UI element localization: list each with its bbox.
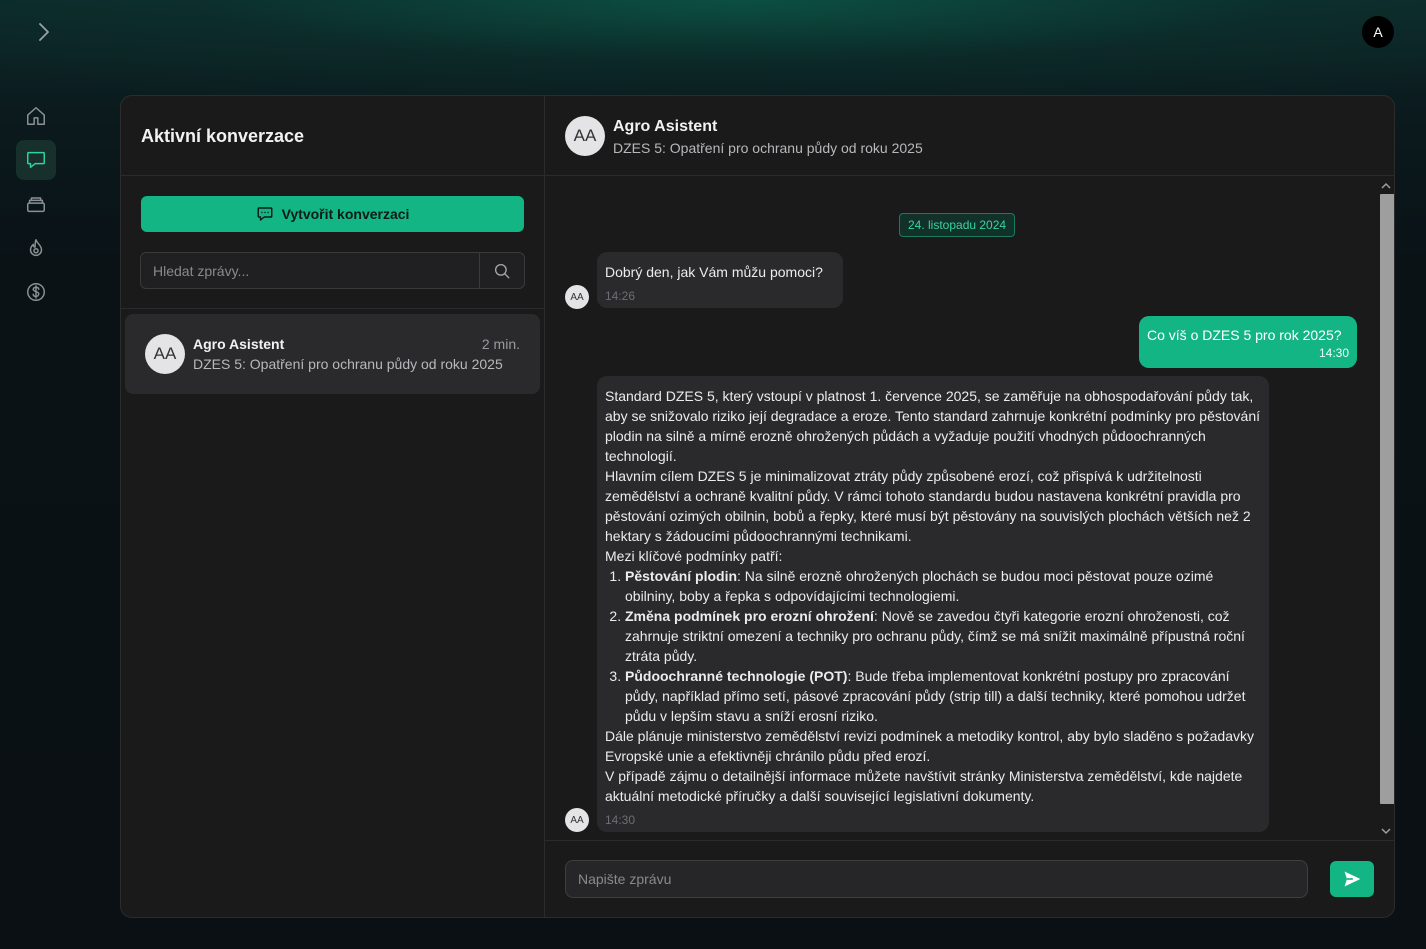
message-time: 14:30: [605, 813, 636, 827]
message-input[interactable]: [565, 860, 1308, 898]
sidebar-item-layers[interactable]: [16, 184, 56, 224]
chat-subtitle: DZES 5: Opatření pro ochranu půdy od rok…: [613, 140, 923, 156]
conversation-preview: DZES 5: Opatření pro ochranu půdy od rok…: [193, 356, 503, 372]
send-icon: [1344, 871, 1361, 887]
list-item: Pěstování plodin: Na silně erozně ohrože…: [625, 566, 1261, 606]
search-box: [140, 252, 525, 289]
create-conversation-button[interactable]: Vytvořit konverzaci: [141, 196, 524, 232]
message-paragraph: V případě zájmu o detailnější informace …: [605, 768, 1243, 804]
message-text: Dobrý den, jak Vám můžu pomoci?: [605, 264, 823, 280]
create-conversation-label: Vytvořit konverzaci: [281, 206, 410, 222]
message-paragraph: Standard DZES 5, který vstoupí v platnos…: [605, 388, 1261, 464]
search-button[interactable]: [480, 253, 524, 288]
divider: [545, 840, 1394, 841]
expand-sidebar-button[interactable]: [32, 20, 56, 44]
send-button[interactable]: [1330, 861, 1374, 897]
chevron-right-icon: [39, 23, 49, 41]
list-item: Změna podmínek pro erozní ohrožení: Nově…: [625, 606, 1261, 666]
search-input[interactable]: [141, 253, 480, 288]
message-user: Co víš o DZES 5 pro rok 2025? 14:30: [1139, 316, 1357, 368]
sidebar-item-fire[interactable]: [16, 228, 56, 268]
sidebar-rail: [16, 96, 56, 312]
scroll-up-icon[interactable]: [1381, 180, 1391, 190]
search-icon: [494, 263, 510, 278]
chat-area: AA Agro Asistent DZES 5: Opatření pro oc…: [545, 96, 1394, 917]
list-item-title: Změna podmínek pro erozní ohrožení: [625, 608, 874, 624]
layers-icon: [27, 197, 45, 213]
sidebar-item-chat[interactable]: [16, 140, 56, 180]
chat-title: Agro Asistent: [613, 118, 718, 135]
avatar: AA: [565, 808, 589, 832]
message-time: 14:30: [1318, 346, 1349, 360]
avatar: AA: [565, 116, 605, 156]
message-list: Pěstování plodin: Na silně erozně ohrože…: [605, 566, 1261, 726]
sidebar-item-home[interactable]: [16, 96, 56, 136]
conversations-title: Aktivní konverzace: [141, 126, 305, 146]
divider: [121, 308, 544, 309]
message-text: Co víš o DZES 5 pro rok 2025?: [1147, 327, 1342, 343]
message-bot: Dobrý den, jak Vám můžu pomoci? 14:26: [597, 252, 843, 308]
scrollbar-thumb[interactable]: [1380, 194, 1394, 804]
chat-plus-icon: [257, 207, 273, 221]
home-icon: [27, 107, 45, 125]
list-item: Půdoochranné technologie (POT): Bude tře…: [625, 666, 1261, 726]
chat-panel: Aktivní konverzace Vytvořit konverzaci A…: [120, 95, 1395, 918]
flame-icon: [29, 239, 43, 256]
conversations-header: Aktivní konverzace: [121, 96, 544, 176]
list-item-title: Půdoochranné technologie (POT): [625, 668, 848, 684]
avatar: AA: [565, 285, 589, 309]
conversation-item[interactable]: AA Agro Asistent 2 min. DZES 5: Opatření…: [125, 314, 540, 394]
conversation-time: 2 min.: [481, 336, 520, 352]
message-paragraph: Mezi klíčové podmínky patří:: [605, 548, 783, 564]
message-paragraph: Dále plánuje ministerstvo zemědělství re…: [605, 728, 1254, 764]
message-paragraph: Hlavním cílem DZES 5 je minimalizovat zt…: [605, 468, 1251, 544]
user-avatar[interactable]: A: [1362, 16, 1394, 48]
conversation-name: Agro Asistent: [193, 336, 285, 352]
messages-scrollbar[interactable]: [1377, 179, 1394, 839]
conversations-panel: Aktivní konverzace Vytvořit konverzaci A…: [121, 96, 545, 917]
message-time: 14:26: [605, 289, 636, 303]
sidebar-item-pricing[interactable]: [16, 272, 56, 312]
date-badge: 24. listopadu 2024: [899, 213, 1016, 237]
dollar-icon: [27, 283, 45, 301]
message-bot: Standard DZES 5, který vstoupí v platnos…: [597, 376, 1269, 832]
list-item-title: Pěstování plodin: [625, 568, 738, 584]
scroll-down-icon[interactable]: [1381, 826, 1391, 836]
chat-icon: [27, 151, 45, 169]
chat-header: AA Agro Asistent DZES 5: Opatření pro oc…: [545, 96, 1394, 176]
avatar: AA: [145, 334, 185, 374]
